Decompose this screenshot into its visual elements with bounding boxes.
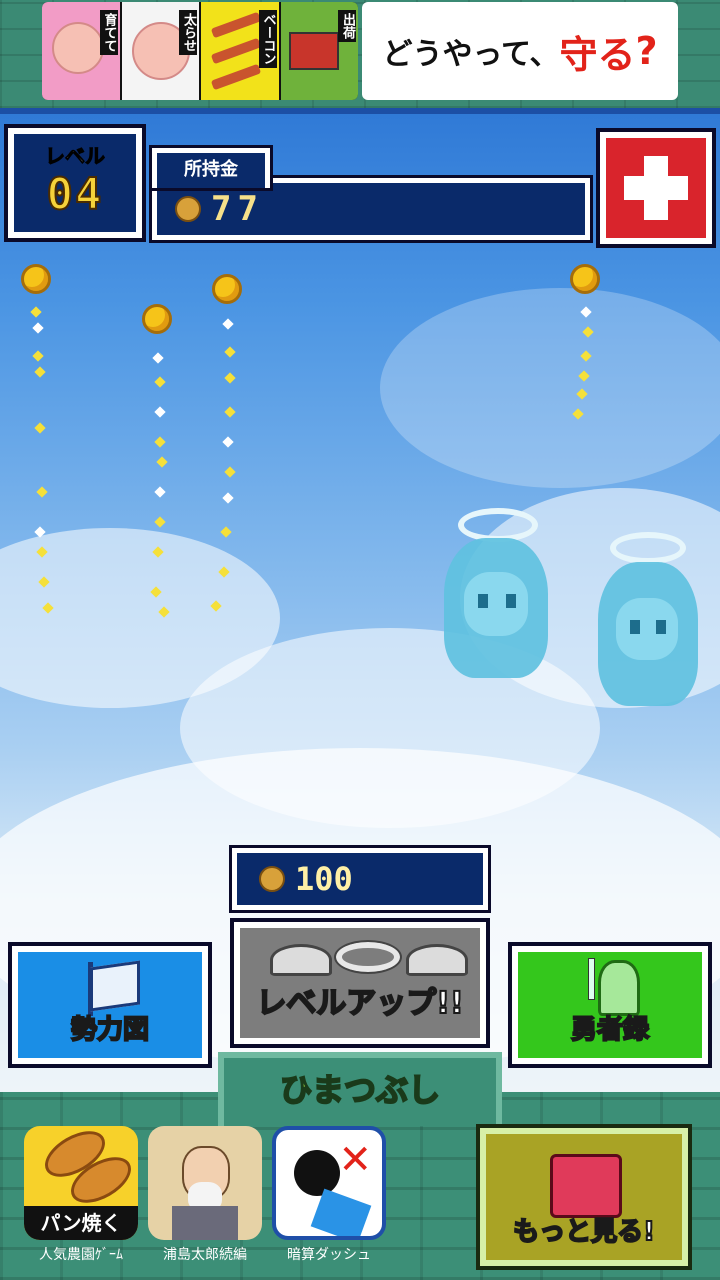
money-panel: 77 所持金 <box>149 145 593 243</box>
ad-panel-raise: 育てて <box>42 2 122 100</box>
see-more-label: もっと見る! <box>512 1216 656 1248</box>
bacon-icon <box>210 37 262 65</box>
sword-icon <box>588 958 595 1000</box>
app-link-bread[interactable]: パン焼く 人気農園ｹﾞｰﾑ <box>24 1126 138 1264</box>
music-box-icon <box>550 1154 622 1218</box>
levelup-cost-display: 100 <box>229 845 491 913</box>
app-link-mental-math[interactable]: ✕ 暗算ダッシュ <box>272 1126 386 1264</box>
angel-eye <box>630 620 640 634</box>
money-label: 所持金 <box>149 145 273 191</box>
wing-icon <box>406 944 468 976</box>
ad-panel-bacon: ベーコン <box>201 2 281 100</box>
mental-math-app-icon: ✕ <box>272 1126 386 1240</box>
angel-face <box>464 572 528 636</box>
angel-eye <box>656 620 666 634</box>
footer-promo: ひまつぶし パン焼く 人気農園ｹﾞｰﾑ 浦島太郎続編 ✕ 暗算ダッシュ もっと見… <box>0 1052 720 1280</box>
level-label: レベル <box>45 144 106 169</box>
flag-icon <box>90 960 140 1012</box>
ad-text-question: どうやって、 <box>382 37 560 72</box>
app-banner: パン焼く <box>24 1206 138 1240</box>
money-value: 77 <box>211 189 264 229</box>
hero-record-label: 勇者録 <box>570 1014 650 1046</box>
game-area[interactable]: レベル 04 77 所持金 100 勢力図 レベルアップ!! 勇者録 <box>0 108 720 1092</box>
angel-character[interactable] <box>440 508 550 688</box>
falling-coin[interactable] <box>21 264 51 294</box>
level-up-label: レベルアップ!! <box>255 985 464 1022</box>
ad-panel-label: ベーコン <box>258 10 277 68</box>
levelup-cost-value: 100 <box>295 860 353 898</box>
angel-character[interactable] <box>596 532 700 712</box>
plus-icon-bar <box>644 156 668 220</box>
burst-icon <box>310 1188 372 1236</box>
ad-banner-text[interactable]: どうやって、 守る ? <box>362 2 678 100</box>
top-frame <box>0 108 720 114</box>
wing-icon <box>270 944 332 976</box>
pig-icon <box>52 22 104 74</box>
territory-map-label: 勢力図 <box>70 1014 150 1046</box>
cross-icon: ✕ <box>338 1137 372 1183</box>
truck-icon <box>288 32 339 70</box>
app-name: 人気農園ｹﾞｰﾑ <box>39 1247 123 1263</box>
angel-eye <box>506 594 516 608</box>
level-panel: レベル 04 <box>4 124 146 242</box>
hero-icon <box>598 960 640 1016</box>
add-button[interactable] <box>596 128 716 248</box>
bread-app-icon: パン焼く <box>24 1126 138 1240</box>
ad-panel-label: 出荷 <box>338 10 356 42</box>
halo-icon <box>458 508 538 542</box>
coin-icon <box>175 196 201 222</box>
level-up-button[interactable]: レベルアップ!! <box>230 918 490 1048</box>
app-link-urashima[interactable]: 浦島太郎続編 <box>148 1126 262 1264</box>
bacon-icon <box>210 11 262 39</box>
footer-title: ひまつぶし <box>279 1070 441 1110</box>
ad-banner-bar: 育てて 太らせ ベーコン 出荷 どうやって、 守る ? <box>0 0 720 108</box>
ad-panel-label: 太らせ <box>179 10 197 55</box>
angel-eye <box>478 594 488 608</box>
ad-text-mark: ? <box>635 29 658 73</box>
footer-title-tab: ひまつぶし <box>218 1052 502 1126</box>
cloud <box>380 288 720 488</box>
urashima-app-icon <box>148 1126 262 1240</box>
stick-figure-icon <box>294 1150 340 1196</box>
ad-panel-fatten: 太らせ <box>121 2 201 100</box>
hero-record-button[interactable]: 勇者録 <box>508 942 712 1068</box>
app-name: 浦島太郎続編 <box>163 1247 247 1263</box>
falling-coin[interactable] <box>570 264 600 294</box>
falling-coin[interactable] <box>212 274 242 304</box>
ad-banner-pig-game[interactable]: 育てて 太らせ ベーコン 出荷 <box>42 2 358 100</box>
app-name: 暗算ダッシュ <box>287 1247 371 1263</box>
territory-map-button[interactable]: 勢力図 <box>8 942 212 1068</box>
angel-face <box>616 598 678 660</box>
ad-panel-label: 育てて <box>99 10 118 55</box>
halo-icon <box>610 532 686 564</box>
ad-panel-ship: 出荷 <box>280 2 358 100</box>
ad-text-protect: 守る <box>559 32 636 77</box>
coin-icon <box>259 866 285 892</box>
level-value: 04 <box>46 168 104 221</box>
robe-icon <box>172 1206 238 1240</box>
halo-icon <box>334 940 402 974</box>
bacon-icon <box>210 63 262 91</box>
see-more-button[interactable]: もっと見る! <box>476 1124 692 1270</box>
falling-coin[interactable] <box>142 304 172 334</box>
